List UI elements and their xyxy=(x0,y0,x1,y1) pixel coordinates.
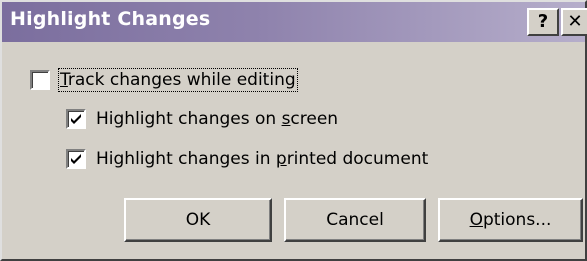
highlight-in-print-checkbox[interactable] xyxy=(66,149,86,169)
close-icon: ✕ xyxy=(567,11,583,32)
dialog-title: Highlight Changes xyxy=(10,8,211,30)
highlight-on-screen-option[interactable]: Highlight changes on screen xyxy=(66,105,338,133)
checkmark-icon xyxy=(71,114,81,124)
cancel-button[interactable]: Cancel xyxy=(284,198,426,242)
highlight-on-screen-label: Highlight changes on screen xyxy=(96,109,339,129)
options-access-key: O xyxy=(469,210,483,230)
help-button[interactable]: ? xyxy=(527,8,559,36)
track-changes-checkbox[interactable] xyxy=(30,70,50,90)
highlight-on-screen-checkbox[interactable] xyxy=(66,109,86,129)
highlight-in-print-label: Highlight changes in printed document xyxy=(96,149,429,169)
highlight-changes-dialog: Highlight Changes ? ✕ Track changes whil… xyxy=(0,0,587,261)
options-label-rest: ptions... xyxy=(482,210,552,230)
ok-button[interactable]: OK xyxy=(124,198,272,242)
track-changes-label: Track changes while editing xyxy=(58,68,298,92)
title-bar[interactable]: Highlight Changes ? ✕ xyxy=(2,2,587,42)
options-button[interactable]: Options... xyxy=(438,198,583,242)
highlight-in-print-option[interactable]: Highlight changes in printed document xyxy=(66,145,428,173)
track-changes-option[interactable]: Track changes while editing xyxy=(30,66,298,94)
close-button[interactable]: ✕ xyxy=(561,8,587,36)
checkmark-icon xyxy=(71,154,81,164)
